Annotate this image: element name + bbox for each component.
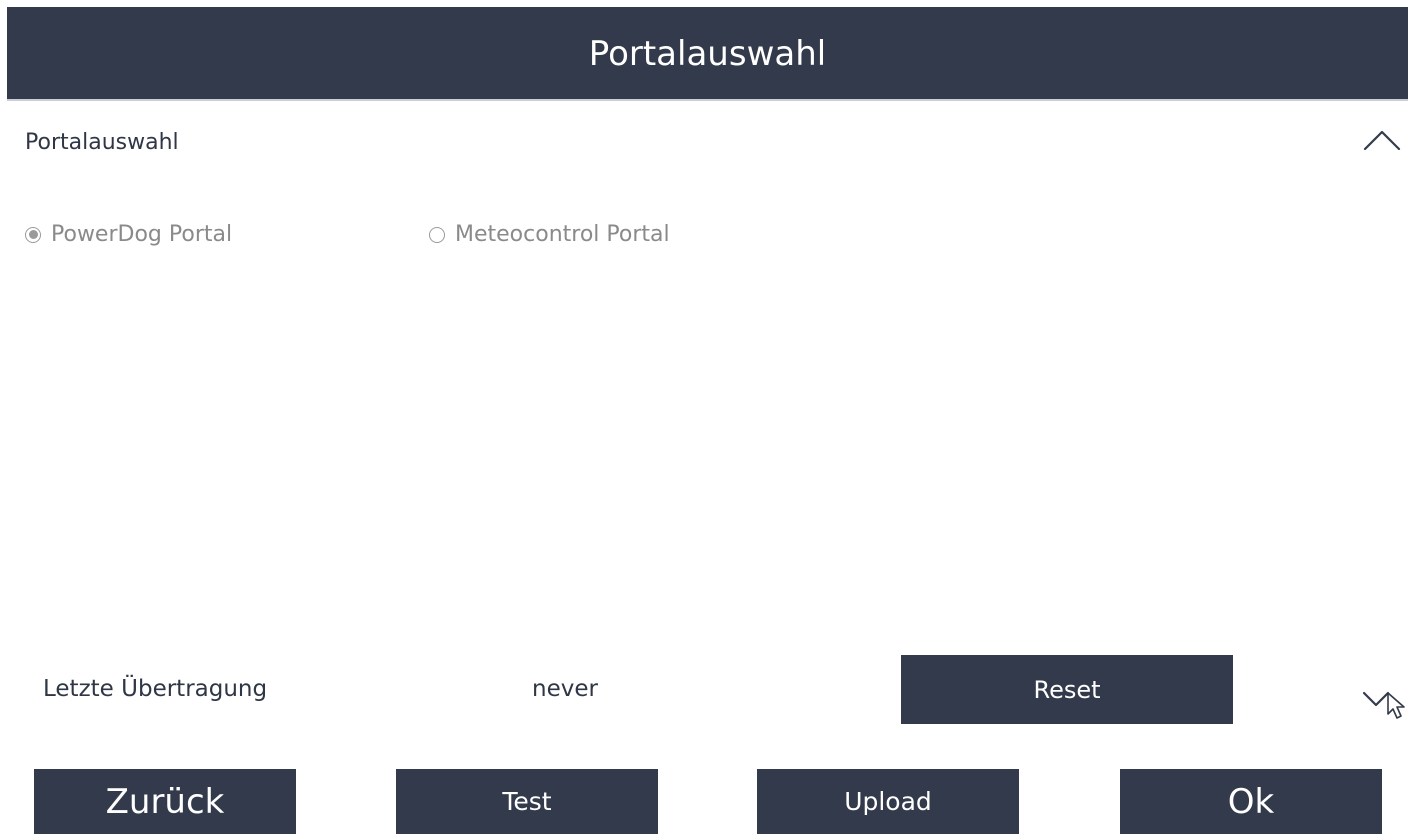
reset-button-label: Reset — [1033, 675, 1101, 704]
ok-button[interactable]: Ok — [1120, 769, 1382, 834]
test-button[interactable]: Test — [396, 769, 658, 834]
test-button-label: Test — [502, 787, 552, 816]
title-bar: Portalauswahl — [7, 7, 1408, 100]
section-title: Portalauswahl — [25, 130, 179, 155]
radio-option-powerdog[interactable]: PowerDog Portal — [25, 222, 232, 247]
radio-label-meteocontrol: Meteocontrol Portal — [455, 222, 670, 247]
radio-label-powerdog: PowerDog Portal — [51, 222, 233, 247]
chevron-up-icon[interactable] — [1362, 127, 1402, 153]
ok-button-label: Ok — [1227, 781, 1275, 822]
window-title: Portalauswahl — [588, 33, 827, 74]
radio-button-selected[interactable] — [25, 226, 41, 243]
last-transfer-label: Letzte Übertragung — [43, 676, 268, 702]
back-button[interactable]: Zurück — [34, 769, 296, 834]
title-divider — [7, 99, 1408, 101]
upload-button[interactable]: Upload — [757, 769, 1019, 834]
upload-button-label: Upload — [844, 787, 932, 816]
portal-selection-window: Portalauswahl Portalauswahl PowerDog Por… — [0, 0, 1419, 834]
radio-button-unselected[interactable] — [429, 226, 445, 243]
last-transfer-value: never — [532, 676, 598, 702]
back-button-label: Zurück — [105, 781, 225, 822]
reset-button[interactable]: Reset — [901, 655, 1233, 724]
mouse-pointer-icon — [1387, 692, 1405, 719]
radio-option-meteocontrol[interactable]: Meteocontrol Portal — [429, 222, 670, 247]
